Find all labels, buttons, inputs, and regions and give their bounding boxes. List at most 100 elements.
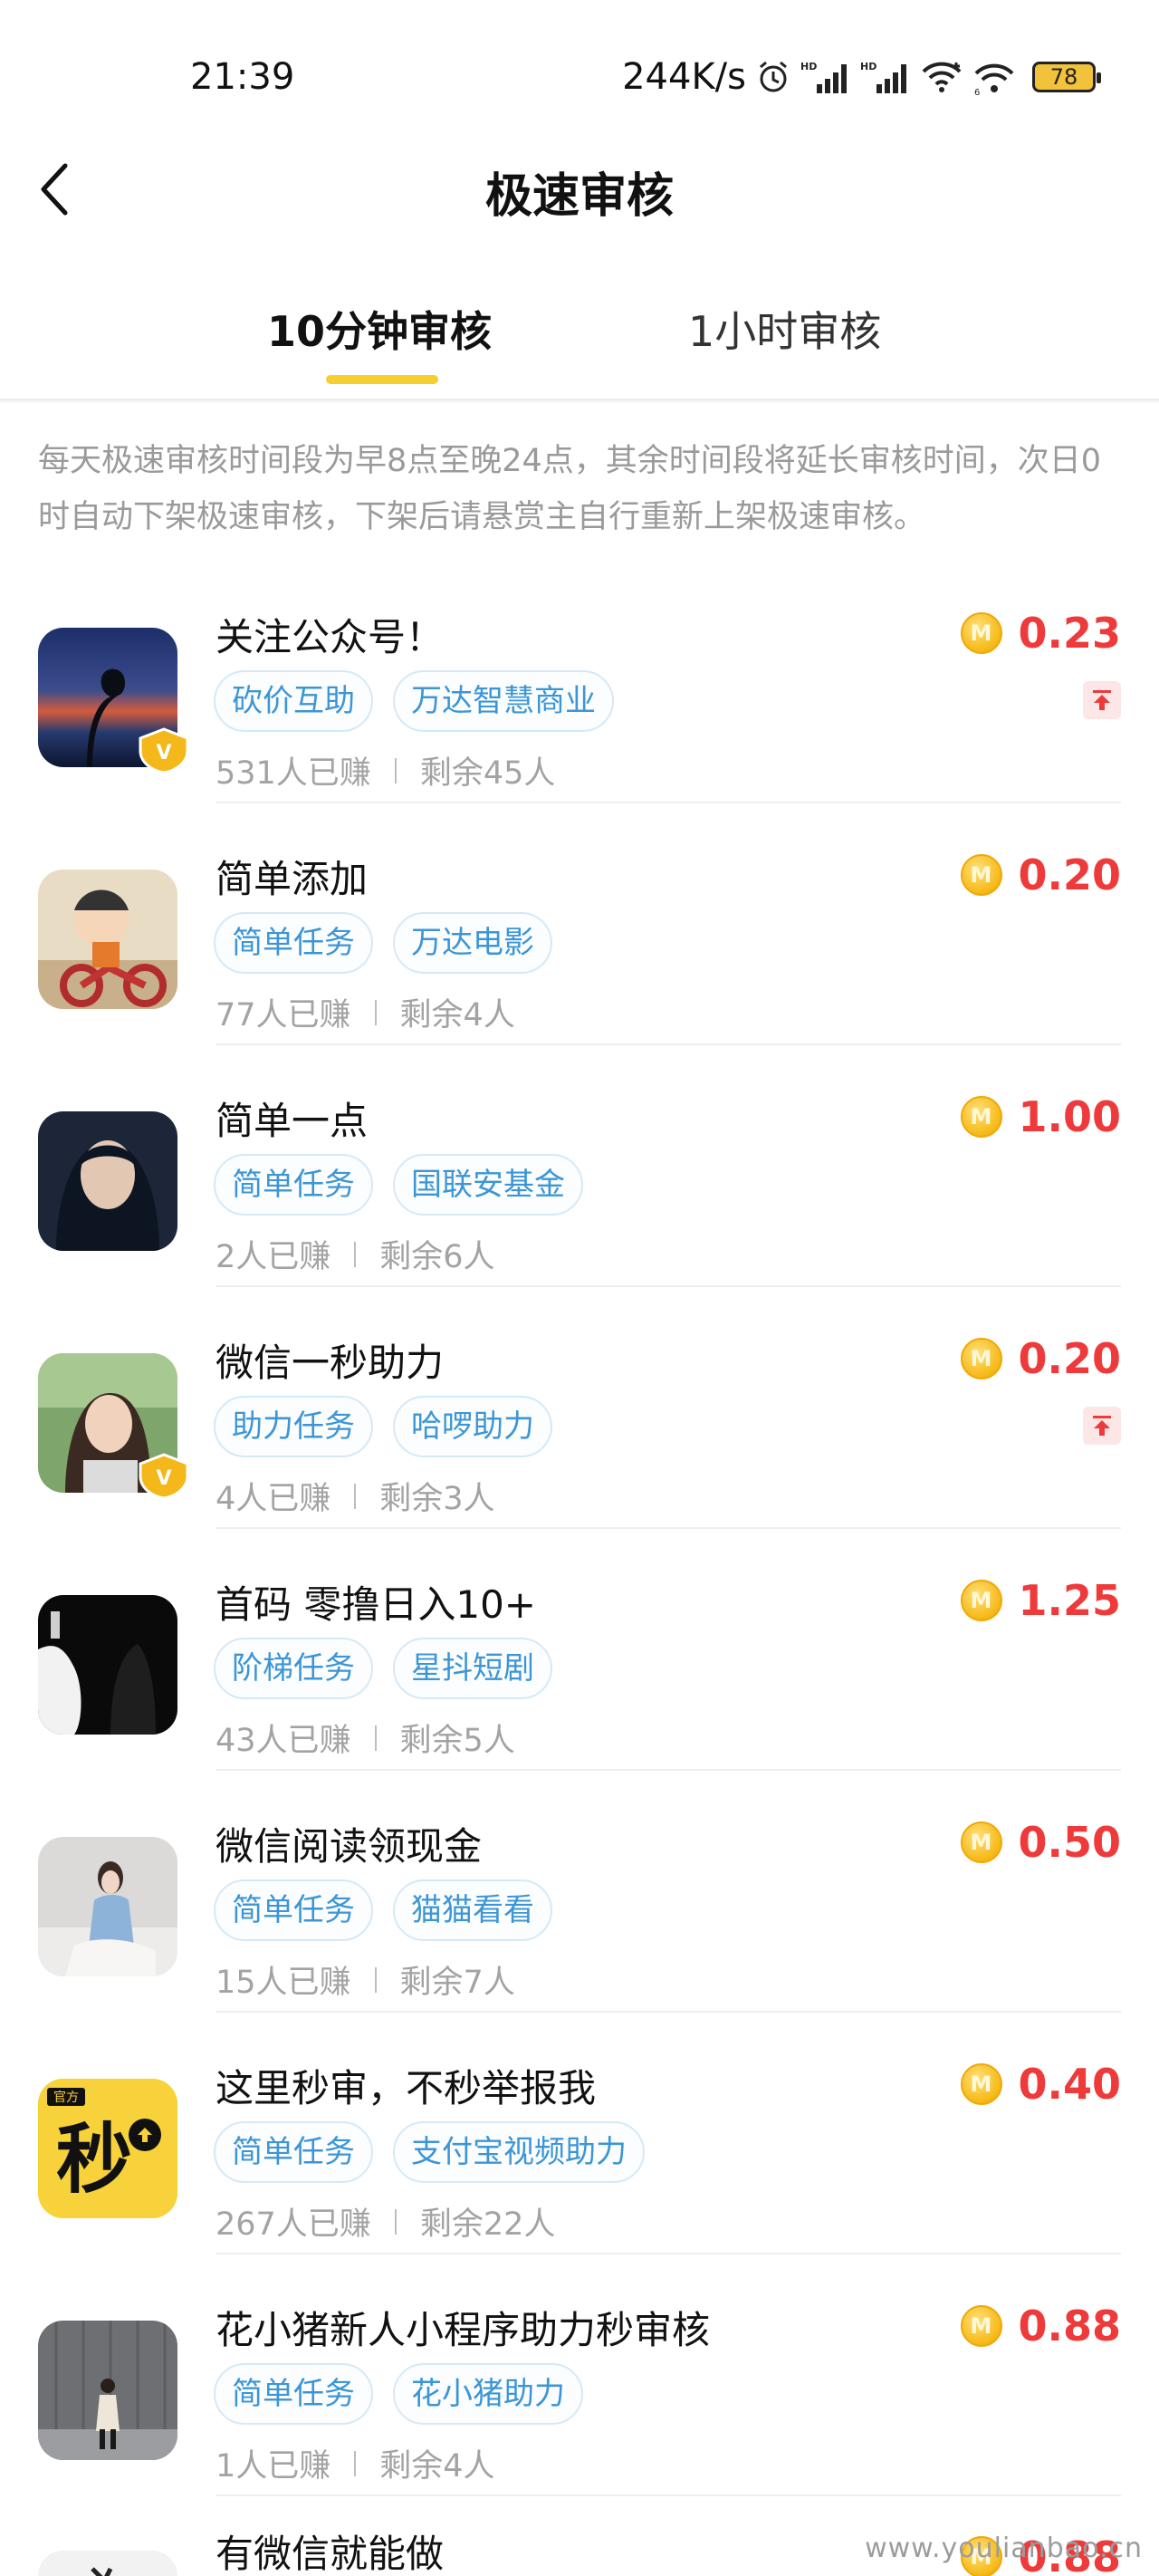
task-stats: 77人已赚 剩余4人 bbox=[216, 989, 515, 1035]
status-icons: 244K/s HD HD 6 78 bbox=[622, 56, 1101, 98]
task-item[interactable]: 花小猪新人小程序助力秒审核 简单任务 花小猪助力 1人已赚 剩余4人 M 0.88 bbox=[0, 2254, 1159, 2496]
task-tag[interactable]: 哈啰助力 bbox=[393, 1396, 552, 1457]
status-bar: 21:39 244K/s HD HD 6 78 bbox=[0, 0, 1159, 154]
svg-text:V: V bbox=[156, 742, 171, 764]
task-title: 花小猪新人小程序助力秒审核 bbox=[216, 2308, 711, 2352]
task-tags: 简单任务 猫猫看看 bbox=[214, 1879, 552, 1941]
avatar bbox=[38, 2321, 177, 2460]
stats-divider bbox=[394, 757, 397, 783]
coin-icon: M bbox=[960, 1580, 1002, 1621]
avatar bbox=[38, 1111, 177, 1251]
task-tag[interactable]: 猫猫看看 bbox=[393, 1879, 552, 1941]
task-tags: 简单任务 支付宝视频助力 bbox=[214, 2121, 645, 2183]
verified-badge-icon: V bbox=[139, 727, 189, 774]
task-stats: 267人已赚 剩余22人 bbox=[216, 2198, 555, 2244]
task-tags: 阶梯任务 星抖短剧 bbox=[214, 1638, 552, 1699]
svg-text:HD: HD bbox=[860, 61, 876, 72]
task-tag[interactable]: 简单任务 bbox=[214, 1879, 373, 1941]
earned-count: 267人已赚 bbox=[216, 2206, 371, 2243]
task-tag[interactable]: 支付宝视频助力 bbox=[393, 2121, 645, 2183]
task-item[interactable]: 微信阅读领现金 简单任务 猫猫看看 15人已赚 剩余7人 M 0.50 bbox=[0, 1771, 1159, 2013]
task-item[interactable]: V 微信一秒助力 助力任务 哈啰助力 4人已赚 剩余3人 M 0.20 bbox=[0, 1287, 1159, 1529]
signal-hd-icon: HD bbox=[860, 61, 906, 93]
earned-count: 77人已赚 bbox=[216, 997, 351, 1033]
earned-count: 15人已赚 bbox=[216, 1965, 351, 2001]
task-reward: M 1.00 bbox=[960, 1092, 1121, 1141]
task-item[interactable]: 官方 秒 这里秒审，不秒举报我 简单任务 支付宝视频助力 267人已赚 剩余22人… bbox=[0, 2013, 1159, 2254]
task-stats: 15人已赚 剩余7人 bbox=[216, 1956, 515, 2003]
task-tag[interactable]: 简单任务 bbox=[214, 1154, 373, 1216]
reward-amount: 0.40 bbox=[1018, 2060, 1122, 2109]
task-item[interactable]: 简单一点 简单任务 国联安基金 2人已赚 剩余6人 M 1.00 bbox=[0, 1045, 1159, 1287]
task-reward: M 0.23 bbox=[960, 609, 1122, 658]
task-tag[interactable]: 砍价互助 bbox=[214, 670, 373, 732]
remaining-count: 剩余5人 bbox=[399, 1723, 515, 1759]
task-reward: M 0.40 bbox=[960, 2060, 1122, 2109]
task-tag[interactable]: 星抖短剧 bbox=[393, 1638, 552, 1699]
task-item[interactable]: 首码 零撸日入10+ 阶梯任务 星抖短剧 43人已赚 剩余5人 M 1.25 bbox=[0, 1529, 1159, 1771]
tab-10-minute-review[interactable]: 10分钟审核 bbox=[267, 299, 492, 359]
stats-divider bbox=[354, 2450, 357, 2476]
tab-divider bbox=[0, 399, 1159, 404]
avatar-big-text: 秒 bbox=[56, 2115, 132, 2204]
task-tag[interactable]: 简单任务 bbox=[214, 2121, 373, 2183]
task-reward: M 1.25 bbox=[960, 1576, 1122, 1625]
task-tag[interactable]: 简单任务 bbox=[214, 912, 373, 974]
remaining-count: 剩余22人 bbox=[419, 2206, 556, 2243]
task-title: 微信阅读领现金 bbox=[216, 1824, 483, 1869]
svg-text:V: V bbox=[156, 1467, 171, 1490]
battery-icon: 78 bbox=[1032, 62, 1101, 92]
task-stats: 531人已赚 剩余45人 bbox=[216, 747, 555, 793]
task-tag[interactable]: 简单任务 bbox=[214, 2363, 373, 2425]
task-item[interactable]: V 关注公众号！ 砍价互助 万达智慧商业 531人已赚 剩余45人 M 0.23 bbox=[0, 562, 1159, 803]
task-tag[interactable]: 助力任务 bbox=[214, 1396, 373, 1457]
svg-text:6: 6 bbox=[974, 88, 980, 95]
reward-amount: 0.23 bbox=[1018, 609, 1122, 658]
task-tag[interactable]: 万达智慧商业 bbox=[393, 670, 614, 732]
task-tag[interactable]: 花小猪助力 bbox=[393, 2363, 583, 2425]
reward-amount: 1.25 bbox=[1018, 1576, 1122, 1625]
stats-divider bbox=[354, 1483, 357, 1509]
remaining-count: 剩余45人 bbox=[419, 755, 556, 792]
coin-icon: M bbox=[960, 2305, 1002, 2347]
task-title: 简单添加 bbox=[216, 857, 369, 901]
task-stats: 4人已赚 剩余3人 bbox=[216, 1473, 495, 1519]
task-tags: 砍价互助 万达智慧商业 bbox=[214, 670, 614, 732]
task-tag[interactable]: 阶梯任务 bbox=[214, 1638, 373, 1699]
coin-icon: M bbox=[960, 1338, 1002, 1379]
status-time: 21:39 bbox=[190, 56, 295, 98]
stats-divider bbox=[374, 1725, 377, 1751]
task-title: 首码 零撸日入10+ bbox=[216, 1582, 536, 1627]
stats-divider bbox=[394, 2208, 397, 2235]
tab-1-hour-review[interactable]: 1小时审核 bbox=[688, 299, 881, 359]
coin-icon: M bbox=[960, 612, 1002, 654]
verified-badge-icon: V bbox=[139, 1453, 189, 1500]
remaining-count: 剩余6人 bbox=[379, 1239, 495, 1275]
pin-top-icon bbox=[1083, 1407, 1121, 1445]
avatar bbox=[38, 2551, 177, 2576]
stats-divider bbox=[354, 1241, 357, 1267]
battery-level: 78 bbox=[1049, 64, 1078, 90]
task-tags: 简单任务 花小猪助力 bbox=[214, 2363, 583, 2425]
tab-bar: 10分钟审核 1小时审核 bbox=[0, 299, 1159, 399]
hotspot-icon: 6 bbox=[974, 63, 1014, 95]
avatar-badge-text: 官方 bbox=[53, 2091, 79, 2105]
avatar: 官方 秒 bbox=[38, 2079, 177, 2218]
task-reward: M 0.20 bbox=[960, 1334, 1121, 1383]
task-tag[interactable]: 万达电影 bbox=[393, 912, 552, 974]
coin-icon: M bbox=[960, 1096, 1002, 1138]
task-stats: 43人已赚 剩余5人 bbox=[216, 1715, 515, 1761]
review-notice: 每天极速审核时间段为早8点至晚24点，其余时间段将延长审核时间，次日0时自动下架… bbox=[38, 443, 1102, 535]
reward-amount: 0.20 bbox=[1018, 851, 1122, 899]
earned-count: 531人已赚 bbox=[216, 755, 371, 792]
nav-bar: 极速审核 bbox=[0, 145, 1159, 235]
task-item[interactable]: 简单添加 简单任务 万达电影 77人已赚 剩余4人 M 0.20 bbox=[0, 803, 1159, 1045]
earned-count: 4人已赚 bbox=[216, 1481, 331, 1517]
task-tag[interactable]: 国联安基金 bbox=[393, 1154, 583, 1216]
task-tags: 助力任务 哈啰助力 bbox=[214, 1396, 552, 1457]
reward-amount: 0.88 bbox=[1018, 2302, 1122, 2350]
earned-count: 43人已赚 bbox=[216, 1723, 351, 1759]
wifi-icon bbox=[922, 62, 962, 92]
task-title: 微信一秒助力 bbox=[216, 1341, 445, 1385]
earned-count: 1人已赚 bbox=[216, 2448, 331, 2485]
